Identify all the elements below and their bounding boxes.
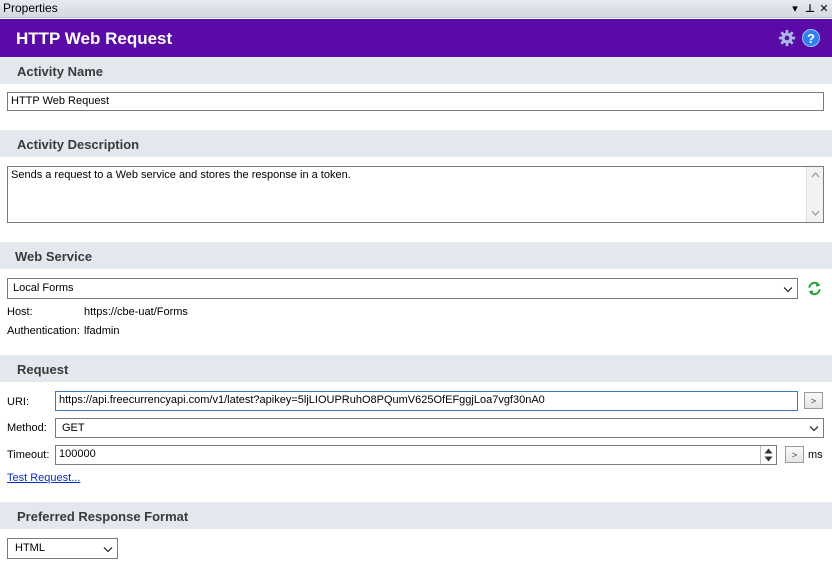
activity-description-textarea[interactable]: Sends a request to a Web service and sto… — [7, 166, 824, 223]
uri-input[interactable]: https://api.freecurrencyapi.com/v1/lates… — [55, 391, 798, 411]
section-label: Web Service — [15, 249, 93, 264]
section-label: Request — [17, 362, 69, 377]
description-scrollbar[interactable] — [806, 167, 823, 222]
gear-icon[interactable] — [778, 29, 796, 47]
section-label: Activity Description — [17, 137, 140, 152]
section-activity-description: Activity Description — [0, 130, 832, 157]
section-activity-name: Activity Name — [0, 57, 832, 84]
web-service-selected: Local Forms — [13, 282, 74, 294]
chevron-down-icon — [783, 287, 793, 293]
close-icon[interactable]: ✕ — [817, 0, 831, 16]
refresh-icon[interactable] — [806, 280, 823, 297]
timeout-unit: ms — [808, 449, 823, 461]
chevron-down-icon — [103, 547, 113, 553]
activity-name-input[interactable]: HTTP Web Request — [7, 92, 824, 111]
activity-header: HTTP Web Request ? — [0, 19, 832, 57]
timeout-label: Timeout: — [7, 449, 50, 461]
timeout-input[interactable]: 100000 — [55, 445, 777, 465]
test-request-link[interactable]: Test Request... — [7, 472, 80, 484]
timeout-value: 100000 — [59, 448, 96, 460]
host-label: Host: — [7, 306, 33, 318]
section-web-service: Web Service — [0, 242, 832, 269]
scroll-down-icon[interactable] — [811, 210, 820, 216]
uri-expand-button[interactable]: > — [804, 392, 823, 409]
pin-icon[interactable]: ⊥ — [803, 0, 817, 16]
section-preferred-response-format: Preferred Response Format — [0, 502, 832, 529]
method-label: Method: — [7, 422, 47, 434]
timeout-expand-button[interactable]: > — [785, 446, 804, 463]
timeout-spinner[interactable] — [760, 446, 776, 464]
chevron-down-icon — [809, 426, 819, 432]
method-dropdown[interactable]: GET — [55, 418, 824, 438]
section-label: Preferred Response Format — [17, 509, 189, 524]
page-title: HTTP Web Request — [16, 29, 173, 48]
dropdown-icon[interactable]: ▾ — [788, 0, 802, 16]
response-format-selected: HTML — [15, 542, 45, 554]
section-label: Activity Name — [17, 64, 103, 79]
activity-description-text: Sends a request to a Web service and sto… — [11, 169, 351, 181]
uri-label: URI: — [7, 396, 29, 408]
section-request: Request — [0, 355, 832, 382]
scroll-up-icon[interactable] — [811, 172, 820, 178]
authentication-value: lfadmin — [84, 325, 120, 337]
authentication-label: Authentication: — [7, 325, 80, 337]
response-format-dropdown[interactable]: HTML — [7, 538, 118, 559]
host-value: https://cbe-uat/Forms — [84, 306, 188, 318]
window-titlebar: Properties ▾ ⊥ ✕ — [0, 0, 832, 18]
window-title: Properties — [3, 1, 58, 15]
method-selected: GET — [62, 422, 85, 434]
help-icon[interactable]: ? — [802, 29, 820, 47]
spin-up-icon[interactable] — [764, 448, 773, 454]
spin-down-icon[interactable] — [764, 456, 773, 462]
web-service-dropdown[interactable]: Local Forms — [7, 278, 798, 299]
